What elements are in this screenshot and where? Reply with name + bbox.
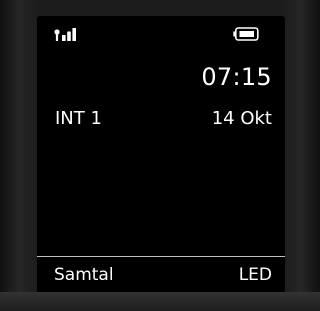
softkey-calls[interactable]: Samtal [54, 265, 114, 285]
signal-strength-icon [54, 28, 76, 41]
current-date: 14 Okt [211, 108, 272, 129]
handset-internal-name: INT 1 [55, 108, 102, 129]
softkey-divider [37, 256, 285, 257]
clock-time: 07:15 [201, 63, 272, 91]
phone-handset-body: 07:15 INT 1 14 Okt Samtal LED [0, 0, 320, 311]
battery-icon [233, 27, 259, 41]
bottom-bezel [0, 292, 320, 311]
handset-display: 07:15 INT 1 14 Okt Samtal LED [37, 16, 285, 294]
softkey-led[interactable]: LED [239, 265, 272, 285]
